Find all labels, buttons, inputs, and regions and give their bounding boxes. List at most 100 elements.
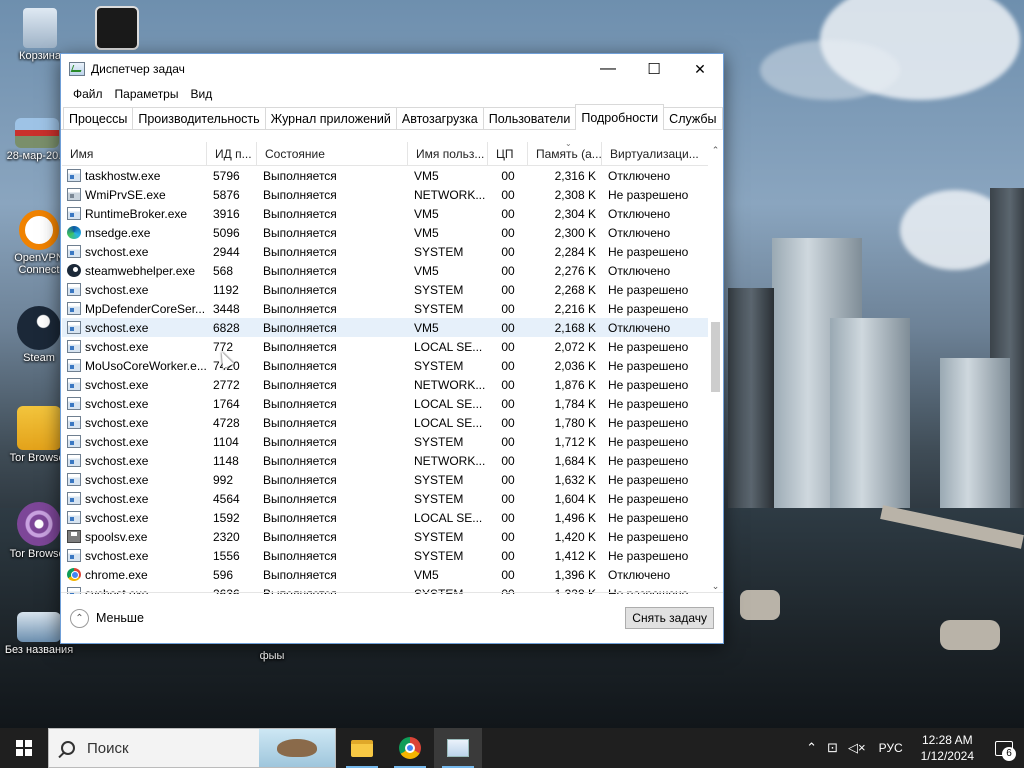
process-icon <box>67 454 81 467</box>
table-row[interactable]: svchost.exe 1592 Выполняется LOCAL SE... 00 1… <box>62 508 708 527</box>
task-manager-window[interactable]: Диспетчер задач — ☐ ✕ Файл Параметры Вид… <box>60 53 724 644</box>
process-name: svchost.exe <box>85 472 149 487</box>
taskbar-search-box[interactable]: Поиск <box>48 728 336 768</box>
title-bar[interactable]: Диспетчер задач — ☐ ✕ <box>61 54 723 84</box>
cell-user: VM5 <box>414 567 439 582</box>
tab-processes[interactable]: Процессы <box>63 107 134 129</box>
table-row[interactable]: svchost.exe 6828 Выполняется VM5 00 2,168 K От… <box>62 318 708 337</box>
cell-pid: 5096 <box>213 225 240 240</box>
fewer-details-toggle[interactable]: ⌃ Меньше <box>70 608 144 628</box>
cell-virtualization: Отключено <box>608 225 671 240</box>
scroll-up-icon[interactable]: ⌃ <box>708 142 723 158</box>
end-task-button[interactable]: Снять задачу <box>625 607 714 629</box>
table-row[interactable]: svchost.exe 1148 Выполняется NETWORK... 00 1,… <box>62 451 708 470</box>
table-row[interactable]: svchost.exe 1556 Выполняется SYSTEM 00 1,412 … <box>62 546 708 565</box>
tab-users[interactable]: Пользователи <box>482 107 577 129</box>
window-footer: ⌃ Меньше Снять задачу <box>61 592 723 643</box>
cell-status: Выполняется <box>263 377 337 392</box>
process-name: steamwebhelper.exe <box>85 263 196 278</box>
table-row[interactable]: taskhostw.exe 5796 Выполняется VM5 00 2,316 K… <box>62 166 708 185</box>
volume-muted-icon[interactable]: ◁× <box>843 740 871 756</box>
process-name: svchost.exe <box>85 396 149 411</box>
cell-virtualization: Не разрешено <box>608 510 689 525</box>
column-header-user[interactable]: Имя польз... <box>408 142 488 165</box>
process-name: svchost.exe <box>85 453 149 468</box>
close-button[interactable]: ✕ <box>677 54 723 84</box>
network-icon[interactable]: ⊡ <box>822 740 843 756</box>
tab-details[interactable]: Подробности <box>575 104 665 130</box>
taskbar: Поиск ⌃ ⊡ ◁× РУС 12:28 AM 1/12/2024 6 <box>0 728 1024 768</box>
desktop-icon-label: Корзина <box>19 50 61 62</box>
process-icon <box>67 492 81 505</box>
cell-memory: 1,496 K <box>554 510 596 525</box>
column-header-pid[interactable]: ИД п... <box>207 142 257 165</box>
column-header-cpu[interactable]: ЦП <box>488 142 528 165</box>
cell-status: Выполняется <box>263 415 337 430</box>
table-row[interactable]: svchost.exe 2944 Выполняется SYSTEM 00 2,284 … <box>62 242 708 261</box>
input-language-indicator[interactable]: РУС <box>871 741 911 755</box>
table-row[interactable]: svchost.exe 1104 Выполняется SYSTEM 00 1,712 … <box>62 432 708 451</box>
column-header-name[interactable]: Имя <box>62 142 207 165</box>
video-file-icon <box>95 6 139 50</box>
cell-cpu: 00 <box>501 567 515 582</box>
cell-pid: 568 <box>213 263 234 278</box>
tab-startup[interactable]: Автозагрузка <box>395 107 484 129</box>
minimize-button[interactable]: — <box>585 54 631 84</box>
table-row[interactable]: msedge.exe 5096 Выполняется VM5 00 2,300 K Отк… <box>62 223 708 242</box>
process-name: MoUsoCoreWorker.e... <box>85 358 207 373</box>
clock[interactable]: 12:28 AM 1/12/2024 <box>911 732 984 764</box>
tab-services[interactable]: Службы <box>663 107 723 129</box>
notification-count-badge: 6 <box>1002 747 1016 761</box>
process-icon <box>67 169 81 182</box>
scrollbar-thumb[interactable] <box>711 322 720 392</box>
table-row[interactable]: MoUsoCoreWorker.e... 7420 Выполняется SYSTE… <box>62 356 708 375</box>
cell-name: svchost.exe <box>62 321 207 335</box>
table-row[interactable]: svchost.exe 992 Выполняется SYSTEM 00 1,632 K… <box>62 470 708 489</box>
column-header-virtualization[interactable]: Виртуализаци... <box>602 142 708 165</box>
column-header-status[interactable]: Состояние <box>257 142 408 165</box>
desktop-icon-fyy[interactable]: фыы <box>235 650 309 662</box>
table-row[interactable]: steamwebhelper.exe 568 Выполняется VM5 00 2,2… <box>62 261 708 280</box>
menu-file[interactable]: Файл <box>67 87 109 101</box>
desktop-icon-video[interactable] <box>80 6 154 52</box>
cell-user: SYSTEM <box>414 529 464 544</box>
table-row[interactable]: WmiPrvSE.exe 5876 Выполняется NETWORK... 00 2… <box>62 185 708 204</box>
start-button[interactable] <box>0 728 48 768</box>
tray-overflow-chevron-icon[interactable]: ⌃ <box>801 740 822 756</box>
recycle-bin-icon <box>23 8 57 48</box>
menu-view[interactable]: Вид <box>184 87 218 101</box>
maximize-button[interactable]: ☐ <box>631 54 677 84</box>
table-row[interactable]: chrome.exe 596 Выполняется VM5 00 1,396 K Откл… <box>62 565 708 584</box>
table-row[interactable]: svchost.exe 4564 Выполняется SYSTEM 00 1,604 … <box>62 489 708 508</box>
table-row[interactable]: RuntimeBroker.exe 3916 Выполняется VM5 00 2,3… <box>62 204 708 223</box>
search-highlight-image <box>259 729 335 767</box>
taskbar-task-manager[interactable] <box>434 728 482 768</box>
cell-pid: 6828 <box>213 320 240 335</box>
table-row[interactable]: svchost.exe 1192 Выполняется SYSTEM 00 2,268 … <box>62 280 708 299</box>
desktop-icon-label: фыы <box>259 650 285 662</box>
tab-app-history[interactable]: Журнал приложений <box>264 107 397 129</box>
taskbar-file-explorer[interactable] <box>338 728 386 768</box>
taskbar-chrome[interactable] <box>386 728 434 768</box>
process-icon <box>67 340 81 353</box>
cell-virtualization: Не разрешено <box>608 415 689 430</box>
vertical-scrollbar[interactable]: ⌃ ⌄ <box>708 142 723 594</box>
action-center-button[interactable]: 6 <box>984 728 1024 768</box>
cell-user: NETWORK... <box>414 187 486 202</box>
table-row[interactable]: svchost.exe 772 Выполняется LOCAL SE... 00 2,… <box>62 337 708 356</box>
table-row[interactable]: svchost.exe 2772 Выполняется NETWORK... 00 1,… <box>62 375 708 394</box>
tab-performance[interactable]: Производительность <box>132 107 266 129</box>
process-name: WmiPrvSE.exe <box>85 187 166 202</box>
cell-status: Выполняется <box>263 453 337 468</box>
cell-pid: 596 <box>213 567 234 582</box>
cell-virtualization: Не разрешено <box>608 282 689 297</box>
cell-name: MpDefenderCoreSer... <box>62 302 207 316</box>
desktop-icon-label: Без названия <box>4 644 74 656</box>
process-name: svchost.exe <box>85 434 149 449</box>
table-row[interactable]: svchost.exe 4728 Выполняется LOCAL SE... 00 1… <box>62 413 708 432</box>
menu-options[interactable]: Параметры <box>109 87 185 101</box>
table-row[interactable]: MpDefenderCoreSer... 3448 Выполняется SYSTE… <box>62 299 708 318</box>
table-row[interactable]: svchost.exe 1764 Выполняется LOCAL SE... 00 1… <box>62 394 708 413</box>
process-icon <box>67 378 81 391</box>
table-row[interactable]: spoolsv.exe 2320 Выполняется SYSTEM 00 1,420 … <box>62 527 708 546</box>
